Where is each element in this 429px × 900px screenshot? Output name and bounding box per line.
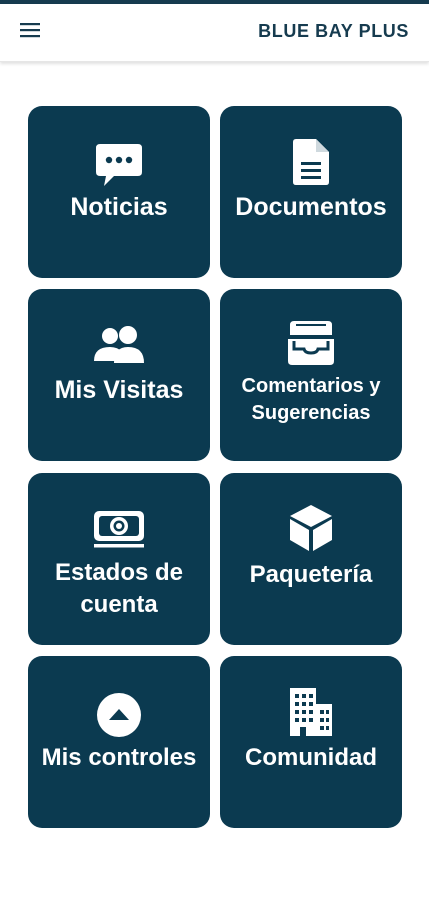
tile-label-line: Sugerencias <box>251 402 371 424</box>
tile-label: Mis Visitas <box>54 376 184 404</box>
tile-label: Comunidad <box>245 744 377 771</box>
inbox-tray-icon <box>220 319 402 367</box>
tile-label: Mis controles <box>41 744 197 771</box>
app-title: BLUE BAY PLUS <box>258 21 409 41</box>
tile-documentos[interactable]: Documentos <box>220 106 402 278</box>
tile-paqueteria[interactable]: Paquetería <box>220 473 402 645</box>
package-box-icon <box>220 503 402 553</box>
menu-button[interactable] <box>12 16 48 48</box>
tile-label: Noticias <box>70 193 168 221</box>
tile-comentarios-sugerencias[interactable]: Comentarios y Sugerencias <box>220 289 402 461</box>
tile-label: Paquetería <box>249 561 373 588</box>
tile-label: Estados de cuenta <box>32 557 206 621</box>
tile-label-line: cuenta <box>80 591 158 618</box>
app-bar: BLUE BAY PLUS <box>0 4 429 62</box>
chat-bubble-icon <box>28 142 210 188</box>
buildings-icon <box>220 686 402 738</box>
money-bill-icon <box>28 507 210 551</box>
tile-comunidad[interactable]: Comunidad <box>220 656 402 828</box>
tile-label: Documentos <box>235 193 387 221</box>
arrow-up-circle-icon <box>28 692 210 738</box>
tile-mis-visitas[interactable]: Mis Visitas <box>28 289 210 461</box>
document-icon <box>220 138 402 186</box>
tile-label-line: Comentarios y <box>241 375 381 397</box>
tile-noticias[interactable]: Noticias <box>28 106 210 278</box>
tile-estados-de-cuenta[interactable]: Estados de cuenta <box>28 473 210 645</box>
tile-label: Comentarios y Sugerencias <box>224 373 398 427</box>
hamburger-menu-icon <box>20 22 40 43</box>
users-icon <box>28 325 210 365</box>
tile-mis-controles[interactable]: Mis controles <box>28 656 210 828</box>
tile-label-line: Estados de <box>54 559 184 586</box>
